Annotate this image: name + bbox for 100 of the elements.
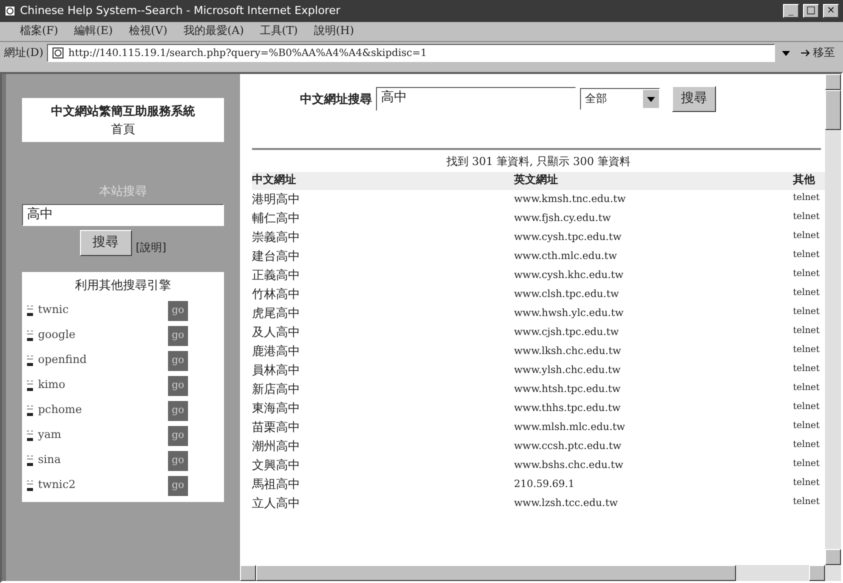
table-cell-text: telnet xyxy=(793,344,821,358)
help-link[interactable]: [說明] xyxy=(136,240,166,256)
table-cell-text: 輔仁高中 xyxy=(252,210,301,227)
engine-go-button[interactable]: go xyxy=(168,326,188,346)
menu-item[interactable]: 說明(H) xyxy=(314,23,354,40)
table-cell-text: 210.59.69.1 xyxy=(514,478,576,492)
engine-go-button[interactable]: go xyxy=(168,350,188,370)
engine-link[interactable]: sina xyxy=(38,452,164,469)
table-cell-text: 虎尾高中 xyxy=(252,305,301,322)
table-cell-text: telnet xyxy=(793,230,821,244)
table-cell-text: www.clsh.tpc.edu.tw xyxy=(514,288,620,302)
engine-icon xyxy=(26,330,34,342)
engine-go-button[interactable]: go xyxy=(168,426,188,446)
table-cell-text: www.kmsh.tnc.edu.tw xyxy=(514,192,627,206)
menu-item[interactable]: 編輯(E) xyxy=(74,23,113,40)
table-cell-text: telnet xyxy=(793,249,821,262)
table-cell-text: www.fjsh.cy.edu.tw xyxy=(514,212,612,226)
site-search-field[interactable]: 高中 xyxy=(22,204,224,226)
table-cell-text: www.cysh.khc.edu.tw xyxy=(514,268,624,282)
window-title: Chinese Help System--Search - Microsoft Internet Explorer xyxy=(20,2,342,19)
table-cell-text: 馬祖高中 xyxy=(252,476,301,493)
table-cell-text: 東海高中 xyxy=(252,400,301,417)
window-control[interactable]: _ xyxy=(783,4,799,18)
home-link[interactable]: 首頁 xyxy=(111,120,135,138)
go-arrow-icon xyxy=(801,49,811,57)
engine-icon xyxy=(26,404,34,416)
table-cell-text: 及人高中 xyxy=(252,324,301,341)
column-header: 中文網址 xyxy=(252,172,297,188)
table-cell-text: telnet xyxy=(793,287,821,300)
engine-link[interactable]: twnic xyxy=(38,302,164,319)
window-control[interactable]: × xyxy=(823,4,839,18)
table-cell-text: www.htsh.tpc.edu.tw xyxy=(514,382,622,396)
engine-link[interactable]: openfind xyxy=(38,352,164,369)
table-cell-text: 建台高中 xyxy=(252,248,301,265)
table-cell-text: telnet xyxy=(793,192,821,206)
table-cell-text: 正義高中 xyxy=(252,267,301,284)
table-cell-text: www.ylsh.chc.edu.tw xyxy=(514,364,622,378)
table-cell-text: 新店高中 xyxy=(252,381,301,398)
engine-icon xyxy=(26,304,34,316)
table-cell-text: telnet xyxy=(793,382,821,396)
table-cell-text: www.cysh.tpc.edu.tw xyxy=(514,230,622,244)
table-cell-text: www.lksh.chc.edu.tw xyxy=(514,344,622,358)
engine-icon xyxy=(26,380,34,392)
result-summary: 找到 301 筆資料, 只顯示 300 筆資料 xyxy=(446,154,630,170)
table-cell-text: www.hwsh.ylc.edu.tw xyxy=(514,306,625,320)
table-cell-text: telnet xyxy=(793,401,821,414)
table-cell-text: 潮州高中 xyxy=(252,438,301,455)
url-search-button[interactable]: 搜尋 xyxy=(672,86,716,112)
menu-item[interactable]: 我的最愛(A) xyxy=(183,23,244,40)
engine-link[interactable]: google xyxy=(38,327,164,344)
search-button[interactable]: 搜尋 xyxy=(80,230,132,256)
table-cell-text: www.cth.mlc.edu.tw xyxy=(514,250,618,264)
table-cell-text: www.cjsh.tpc.edu.tw xyxy=(514,326,620,340)
site-title: 中文網站繁簡互助服務系統 xyxy=(51,103,195,120)
address-field[interactable]: http://140.115.19.1/search.php?query=%B0%AA%A4%A4&skipdisc=1 xyxy=(47,44,775,62)
column-header: 其他 xyxy=(793,172,816,188)
vertical-scrollbar[interactable] xyxy=(825,74,841,565)
engine-go-button[interactable]: go xyxy=(168,300,188,320)
engine-icon xyxy=(26,454,34,466)
table-cell-text: telnet xyxy=(793,211,821,224)
address-label: 網址(D) xyxy=(4,44,44,61)
engine-link[interactable]: twnic2 xyxy=(38,477,164,494)
table-cell-text: 崇義高中 xyxy=(252,229,301,246)
menu-item[interactable]: 工具(T) xyxy=(260,23,298,40)
table-cell-text: telnet xyxy=(793,363,821,376)
scope-select[interactable]: 全部 xyxy=(580,88,660,110)
engine-go-button[interactable]: go xyxy=(168,400,188,420)
engine-link[interactable]: yam xyxy=(38,427,164,444)
window-control[interactable]: □ xyxy=(803,4,819,18)
table-cell-text: telnet xyxy=(793,306,821,320)
table-cell-text: telnet xyxy=(793,268,821,282)
page-icon xyxy=(52,47,64,59)
table-cell-text: 港明高中 xyxy=(252,191,301,208)
table-cell-text: 鹿港高中 xyxy=(252,343,301,360)
table-cell-text: www.lzsh.tcc.edu.tw xyxy=(514,496,619,510)
page-icon xyxy=(4,5,16,17)
table-cell-text: www.mlsh.mlc.edu.tw xyxy=(514,420,626,434)
search-heading: 本站搜尋 xyxy=(99,183,147,200)
engine-go-button[interactable]: go xyxy=(168,450,188,470)
search-label: 中文網址搜尋 xyxy=(300,91,372,108)
engine-go-button[interactable]: go xyxy=(168,376,188,396)
url-search-field[interactable]: 高中 xyxy=(376,87,576,111)
horizontal-scrollbar[interactable] xyxy=(240,565,841,581)
table-cell-text: www.thhs.tpc.edu.tw xyxy=(514,402,622,416)
table-cell-text: 竹林高中 xyxy=(252,286,301,303)
table-cell-text: 立人高中 xyxy=(252,495,301,512)
engine-go-button[interactable]: go xyxy=(168,476,188,496)
table-cell-text: telnet xyxy=(793,325,821,338)
table-cell-text: 員林高中 xyxy=(252,362,301,379)
table-cell-text: telnet xyxy=(793,439,821,452)
engine-link[interactable]: kimo xyxy=(38,377,164,394)
table-cell-text: www.bshs.chc.edu.tw xyxy=(514,458,624,472)
engine-link[interactable]: pchome xyxy=(38,402,164,419)
menu-item[interactable]: 檢視(V) xyxy=(128,23,168,40)
engine-icon xyxy=(26,430,34,442)
engines-heading: 利用其他搜尋引擎 xyxy=(75,277,171,294)
engine-icon xyxy=(26,354,34,366)
menu-item[interactable]: 檔案(F) xyxy=(20,23,58,40)
table-cell-text: 文興高中 xyxy=(252,457,301,474)
go-button[interactable]: 移至 xyxy=(797,44,839,62)
